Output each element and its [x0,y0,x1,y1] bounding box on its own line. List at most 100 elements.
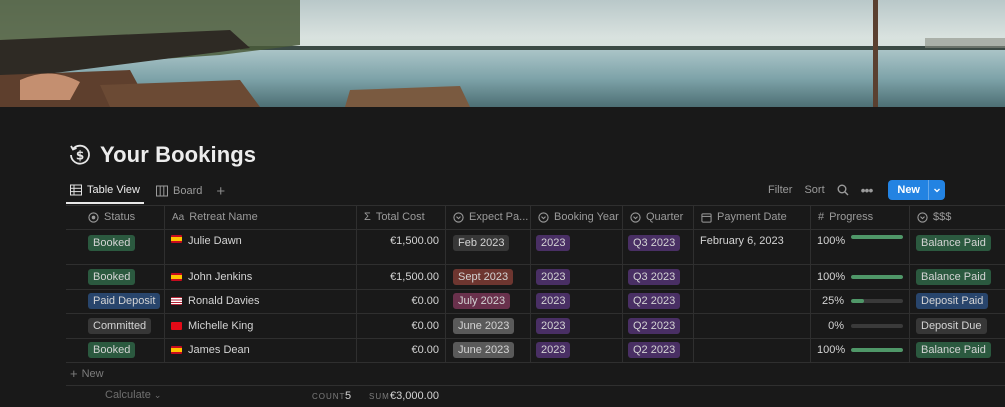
expect-payment-cell[interactable]: Sept 2023 [453,264,528,289]
svg-text:$: $ [76,149,84,163]
progress-label: 100% [817,270,846,283]
booking-year-cell[interactable]: 2023 [536,338,620,362]
chevron-down-icon[interactable] [928,180,945,200]
tab-board[interactable]: Board [152,178,206,204]
retreat-name-cell[interactable]: Ronald Davies [171,289,354,313]
flag-icon [171,272,182,281]
payment-date-cell[interactable] [700,264,808,289]
sum-label: SUM [369,392,390,401]
column-header-booking-year[interactable]: Booking Year [530,205,622,229]
text-type-icon: Aa [172,211,185,223]
tab-table-view[interactable]: Table View [66,178,144,204]
search-icon[interactable] [837,184,849,196]
booking-year-cell[interactable]: 2023 [536,229,620,264]
retreat-name-cell[interactable]: Michelle King [171,313,354,338]
total-cost-cell[interactable]: €1,500.00 [358,229,439,264]
add-view-icon[interactable]: + [216,183,225,200]
sort-button[interactable]: Sort [804,184,824,196]
expect-payment-cell[interactable]: June 2023 [453,313,528,338]
column-header-label: Expect Pa... [469,211,529,223]
select-icon [917,211,928,223]
expect-payment-badge: Feb 2023 [453,235,510,251]
quarter-cell[interactable]: Q3 2023 [628,264,691,289]
payment-date-cell[interactable] [700,289,808,313]
filter-button[interactable]: Filter [768,184,792,196]
booking-year-badge: 2023 [536,293,571,309]
column-header-label: $$$ [933,211,952,223]
booking-year-cell[interactable]: 2023 [536,313,620,338]
row-divider [66,362,1005,363]
money-status-badge: Balance Paid [916,235,991,251]
column-header-retreat-name[interactable]: Aa Retreat Name [164,205,356,229]
column-header-money[interactable]: $$$ [909,205,1005,229]
expect-payment-cell[interactable]: June 2023 [453,338,528,362]
retreat-name: Julie Dawn [188,235,242,247]
flag-icon [171,346,182,354]
total-cost-value: €1,500.00 [390,235,439,247]
progress-cell[interactable]: 100% [817,338,907,362]
status-cell[interactable]: Paid Deposit [88,289,162,313]
quarter-cell[interactable]: Q3 2023 [628,229,691,264]
money-status-cell[interactable]: Balance Paid [916,264,1002,289]
payment-date-value: February 6, 2023 [700,235,784,247]
quarter-cell[interactable]: Q2 2023 [628,313,691,338]
quarter-cell[interactable]: Q2 2023 [628,338,691,362]
total-cost-cell[interactable]: €0.00 [358,338,439,362]
column-header-payment-date[interactable]: Payment Date [693,205,810,229]
expect-payment-cell[interactable]: Feb 2023 [453,229,528,264]
retreat-name: Michelle King [188,319,254,332]
progress-label: 100% [817,344,846,356]
booking-year-cell[interactable]: 2023 [536,264,620,289]
status-cell[interactable]: Committed [88,313,162,338]
new-button[interactable]: New [888,180,945,200]
money-status-badge: Deposit Paid [916,293,989,309]
status-badge: Booked [88,268,136,285]
retreat-name-cell[interactable]: James Dean [171,338,354,362]
progress-cell[interactable]: 0% [817,313,907,338]
expect-payment-badge: Sept 2023 [453,268,514,285]
column-header-label: Status [104,211,136,223]
status-badge: Booked [88,342,136,358]
title-row: $ Your Bookings [68,140,256,170]
footer-divider [66,385,1005,386]
total-cost-cell[interactable]: €1,500.00 [358,264,439,289]
more-options-icon[interactable]: ••• [861,182,874,198]
status-cell[interactable]: Booked [88,338,162,362]
retreat-name-cell[interactable]: Julie Dawn [171,229,354,264]
column-header-total-cost[interactable]: Σ Total Cost [356,205,445,229]
money-status-cell[interactable]: Deposit Paid [916,289,1002,313]
column-header-label: Total Cost [375,211,425,223]
total-cost-cell[interactable]: €0.00 [358,313,439,338]
money-status-cell[interactable]: Deposit Due [916,313,1002,338]
column-header-quarter[interactable]: Quarter [622,205,693,229]
progress-cell[interactable]: 100% [817,229,907,264]
money-status-cell[interactable]: Balance Paid [916,338,1002,362]
add-row-button[interactable]: + New [70,366,104,381]
column-header-expect-payment[interactable]: Expect Pa... [445,205,530,229]
payment-date-cell[interactable] [700,338,808,362]
select-icon [630,211,641,223]
status-cell[interactable]: Booked [88,264,162,289]
calculate-button[interactable]: Calculate ⌄ [105,389,161,401]
progress-cell[interactable]: 100% [817,264,907,289]
booking-year-badge: 2023 [536,268,571,285]
total-cost-value: €0.00 [411,295,439,307]
total-cost-cell[interactable]: €0.00 [358,289,439,313]
retreat-name-cell[interactable]: John Jenkins [171,264,354,289]
count-label: COUNT [312,392,346,401]
payment-date-cell[interactable]: February 6, 2023 [700,229,808,264]
progress-cell[interactable]: 25% [817,289,907,313]
money-status-cell[interactable]: Balance Paid [916,229,1002,264]
progress-fill [851,299,864,303]
flag-icon [171,235,182,243]
booking-year-cell[interactable]: 2023 [536,289,620,313]
progress-bar [851,323,903,328]
column-header-status[interactable]: Status [80,205,164,229]
sum-value: €3,000.00 [390,390,439,402]
payment-date-cell[interactable] [700,313,808,338]
status-cell[interactable]: Booked [88,229,162,264]
column-header-progress[interactable]: # Progress [810,205,909,229]
number-icon: # [818,211,825,223]
expect-payment-cell[interactable]: July 2023 [453,289,528,313]
quarter-cell[interactable]: Q2 2023 [628,289,691,313]
